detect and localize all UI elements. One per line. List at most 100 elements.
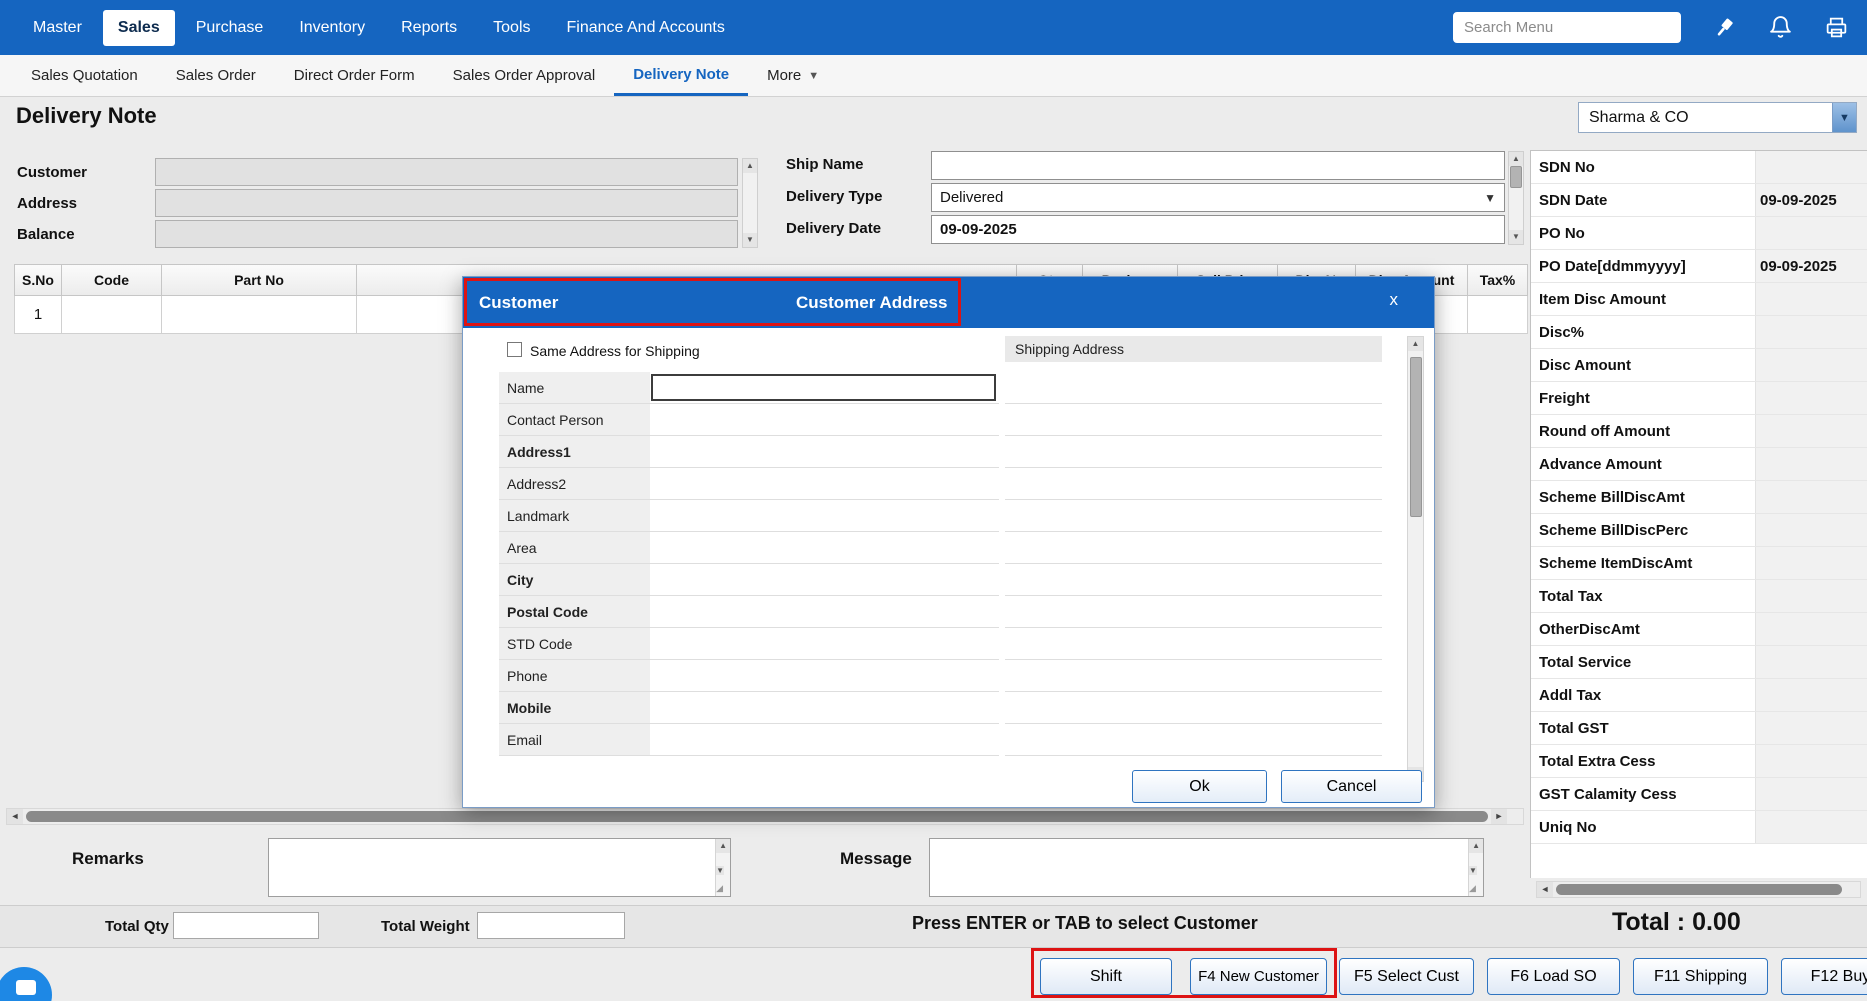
field-value[interactable] (1755, 283, 1867, 315)
chat-widget-button[interactable] (0, 967, 52, 1001)
tab-sales-quotation[interactable]: Sales Quotation (12, 55, 157, 96)
shipping-field-cell[interactable] (1005, 436, 1382, 468)
field-value[interactable] (1755, 448, 1867, 480)
field-value[interactable] (1755, 580, 1867, 612)
modal-scrollbar[interactable]: ▲ ▼ (1407, 336, 1424, 782)
search-input[interactable] (1453, 12, 1681, 43)
cell-code[interactable] (62, 296, 162, 334)
shipping-field-cell[interactable] (1005, 724, 1382, 756)
scroll-left-icon[interactable]: ◄ (1537, 882, 1553, 897)
scroll-down-icon[interactable]: ▼ (716, 866, 724, 875)
delivery-type-select[interactable]: Delivered ▼ (931, 183, 1505, 212)
total-weight-input[interactable] (477, 912, 625, 939)
scroll-down-icon[interactable]: ▼ (743, 233, 757, 247)
main-horizontal-scrollbar[interactable]: ◄ ► (6, 808, 1524, 825)
scroll-up-icon[interactable]: ▲ (1469, 839, 1483, 853)
menu-reports[interactable]: Reports (386, 10, 472, 46)
close-icon[interactable]: x (1390, 290, 1399, 310)
chevron-down-icon[interactable]: ▼ (1832, 103, 1856, 132)
ok-button[interactable]: Ok (1132, 770, 1267, 803)
tab-sales-order-approval[interactable]: Sales Order Approval (434, 55, 615, 96)
shift-button[interactable]: Shift (1040, 958, 1172, 995)
field-value[interactable] (1755, 745, 1867, 777)
f12-buy-back-button[interactable]: F12 Buy B (1781, 958, 1867, 995)
menu-inventory[interactable]: Inventory (284, 10, 380, 46)
f11-shipping-button[interactable]: F11 Shipping (1633, 958, 1768, 995)
field-value[interactable] (1755, 151, 1867, 183)
scroll-thumb[interactable] (1556, 884, 1842, 895)
message-textarea[interactable] (930, 839, 1468, 896)
scroll-up-icon[interactable]: ▲ (716, 839, 730, 853)
modal-tab-customer[interactable]: Customer (479, 293, 558, 313)
scroll-right-icon[interactable]: ► (1491, 809, 1507, 824)
field-cell-email[interactable] (650, 724, 999, 756)
resize-handle-icon[interactable]: ◢ (716, 883, 723, 893)
scroll-down-icon[interactable]: ▼ (1509, 230, 1523, 244)
shipping-field-cell[interactable] (1005, 532, 1382, 564)
field-cell-address2[interactable] (650, 468, 999, 500)
tab-direct-order-form[interactable]: Direct Order Form (275, 55, 434, 96)
customer-panel-scrollbar[interactable]: ▲ ▼ (742, 158, 758, 248)
field-value[interactable] (1755, 415, 1867, 447)
delivery-date-input[interactable] (931, 215, 1505, 244)
field-cell-phone[interactable] (650, 660, 999, 692)
tab-delivery-note[interactable]: Delivery Note (614, 55, 748, 96)
scroll-thumb[interactable] (1510, 166, 1522, 188)
field-value[interactable] (1755, 316, 1867, 348)
field-value[interactable] (1755, 217, 1867, 249)
menu-sales[interactable]: Sales (103, 10, 175, 46)
tab-sales-order[interactable]: Sales Order (157, 55, 275, 96)
field-value[interactable] (1755, 679, 1867, 711)
field-value[interactable]: 09-09-2025 (1755, 250, 1867, 282)
remarks-scroll-rail[interactable]: ▲ ▼ ◢ (715, 839, 730, 896)
scroll-left-icon[interactable]: ◄ (7, 809, 23, 824)
gavel-icon[interactable] (1711, 15, 1737, 41)
ship-name-input[interactable] (931, 151, 1505, 180)
menu-tools[interactable]: Tools (478, 10, 545, 46)
bell-icon[interactable] (1767, 15, 1793, 41)
customer-name-input[interactable] (651, 374, 996, 401)
menu-master[interactable]: Master (18, 10, 97, 46)
scroll-thumb[interactable] (1410, 357, 1422, 517)
field-value[interactable] (1755, 646, 1867, 678)
side-panel-horizontal-scrollbar[interactable]: ◄ (1536, 881, 1861, 898)
field-value[interactable] (1755, 811, 1867, 843)
field-value[interactable] (1755, 613, 1867, 645)
cell-part-no[interactable] (162, 296, 357, 334)
scroll-up-icon[interactable]: ▲ (743, 159, 757, 173)
f5-select-cust-button[interactable]: F5 Select Cust (1339, 958, 1474, 995)
shipping-field-cell[interactable] (1005, 468, 1382, 500)
menu-purchase[interactable]: Purchase (181, 10, 279, 46)
f4-new-customer-button[interactable]: F4 New Customer (1190, 958, 1327, 995)
printer-icon[interactable] (1823, 15, 1849, 41)
field-value[interactable] (1755, 349, 1867, 381)
scroll-up-icon[interactable]: ▲ (1509, 152, 1523, 166)
f6-load-so-button[interactable]: F6 Load SO (1487, 958, 1620, 995)
message-scroll-rail[interactable]: ▲ ▼ ◢ (1468, 839, 1483, 896)
scroll-down-icon[interactable]: ▼ (1469, 866, 1477, 875)
shipping-panel-scrollbar[interactable]: ▲ ▼ (1508, 151, 1524, 245)
field-cell-area[interactable] (650, 532, 999, 564)
shipping-field-cell[interactable] (1005, 372, 1382, 404)
field-value[interactable]: 09-09-2025 (1755, 184, 1867, 216)
field-value[interactable] (1755, 481, 1867, 513)
modal-tab-customer-address[interactable]: Customer Address (796, 293, 947, 313)
shipping-field-cell[interactable] (1005, 596, 1382, 628)
shipping-field-cell[interactable] (1005, 564, 1382, 596)
field-cell-mobile[interactable] (650, 692, 999, 724)
tab-more[interactable]: More▼ (748, 55, 838, 96)
field-cell-postal-code[interactable] (650, 596, 999, 628)
field-value[interactable] (1755, 712, 1867, 744)
cell-tax-pct[interactable] (1468, 296, 1528, 334)
field-value[interactable] (1755, 382, 1867, 414)
shipping-field-cell[interactable] (1005, 660, 1382, 692)
field-cell-city[interactable] (650, 564, 999, 596)
same-address-checkbox[interactable] (507, 342, 522, 357)
scroll-thumb[interactable] (26, 811, 1488, 822)
total-qty-input[interactable] (173, 912, 319, 939)
field-cell-address1[interactable] (650, 436, 999, 468)
field-cell-std-code[interactable] (650, 628, 999, 660)
shipping-field-cell[interactable] (1005, 628, 1382, 660)
remarks-textarea[interactable] (269, 839, 715, 896)
menu-finance-and-accounts[interactable]: Finance And Accounts (552, 10, 740, 46)
